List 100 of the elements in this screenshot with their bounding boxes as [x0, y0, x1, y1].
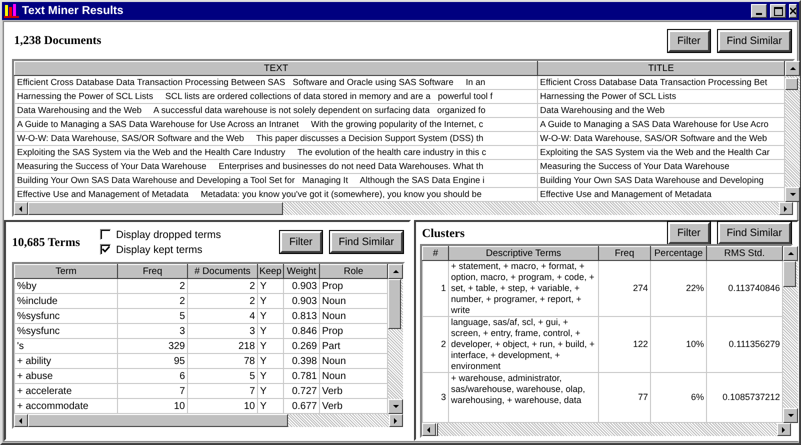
- table-cell: 3: [422, 372, 448, 422]
- up-arrow-icon: [786, 250, 794, 258]
- horizontal-scrollbar[interactable]: [14, 414, 403, 427]
- right-arrow-icon: [392, 416, 400, 424]
- checkbox[interactable]: Display kept terms: [100, 244, 272, 256]
- scroll-thumb[interactable]: [388, 279, 401, 329]
- table-cell: 2: [188, 294, 258, 308]
- left-arrow-icon: [17, 204, 25, 212]
- column-header[interactable]: TEXT: [14, 62, 538, 76]
- scroll-thumb[interactable]: [783, 261, 796, 287]
- column-header[interactable]: Term: [14, 264, 118, 278]
- table-cell: Exploiting the SAS System via the Web and the Health Care Industry The evolution of the health care industry in this c: [14, 146, 538, 160]
- table-cell: language, sas/af, scl, + gui, + screen, + entry, frame, control, + developer, + object, + run, + build, + interface, + development, + environment: [448, 316, 598, 372]
- column-header[interactable]: Descriptive Terms: [448, 246, 598, 260]
- scroll-thumb[interactable]: [28, 202, 283, 215]
- table-cell: %include: [14, 294, 118, 308]
- table-cell: Y: [258, 354, 284, 368]
- filter-button[interactable]: Filter: [668, 222, 710, 244]
- vertical-scrollbar[interactable]: [783, 246, 798, 423]
- table-cell: Verb: [320, 384, 388, 398]
- find-similar-button[interactable]: Find Similar: [718, 222, 791, 244]
- table-cell: 0.727: [284, 384, 320, 398]
- vertical-scrollbar[interactable]: [785, 61, 800, 202]
- checkbox[interactable]: Display dropped terms: [100, 228, 272, 240]
- column-header[interactable]: Freq: [598, 246, 650, 260]
- close-icon: [790, 7, 796, 15]
- horizontal-scrollbar[interactable]: [14, 202, 793, 215]
- table-cell: Harnessing the Power of SCL Lists: [538, 90, 784, 104]
- left-arrow-icon: [425, 426, 433, 434]
- table-cell: Y: [258, 278, 284, 294]
- horizontal-scrollbar[interactable]: [422, 423, 791, 436]
- table-cell: 2: [422, 316, 448, 372]
- right-arrow-icon: [780, 426, 788, 434]
- table-cell: 0.813: [284, 308, 320, 324]
- table-cell: 1: [422, 260, 448, 316]
- scroll-thumb[interactable]: [28, 414, 288, 427]
- find-similar-button[interactable]: Find Similar: [330, 231, 403, 253]
- table-cell: + accelerate: [14, 384, 118, 398]
- column-header[interactable]: Weight: [284, 264, 320, 278]
- table-cell: 6: [118, 368, 188, 384]
- column-header[interactable]: Percentage: [650, 246, 706, 260]
- table-cell: 122: [598, 316, 650, 372]
- table-cell: Y: [258, 384, 284, 398]
- table-cell: Y: [258, 308, 284, 324]
- table-cell: 274: [598, 260, 650, 316]
- column-header[interactable]: TITLE: [538, 62, 784, 76]
- table-cell: Noun: [320, 308, 388, 324]
- column-header[interactable]: #: [422, 246, 448, 260]
- window-title: Text Miner Results: [22, 5, 124, 17]
- table-cell: 5: [118, 308, 188, 324]
- table-cell: Prop: [320, 324, 388, 338]
- table-cell: 's: [14, 338, 118, 354]
- app-icon: [4, 4, 19, 18]
- table-cell: %by: [14, 278, 118, 294]
- column-header[interactable]: RMS Std.: [706, 246, 782, 260]
- column-header[interactable]: Freq: [118, 264, 188, 278]
- column-header[interactable]: Role: [320, 264, 388, 278]
- minimize-button[interactable]: [751, 4, 767, 18]
- column-header[interactable]: # Documents: [188, 264, 258, 278]
- filter-button[interactable]: Filter: [280, 231, 322, 253]
- table-cell: Part: [320, 338, 388, 354]
- table-cell: 0.903: [284, 278, 320, 294]
- checkbox-label: Display dropped terms: [116, 228, 222, 240]
- table-cell: 5: [188, 368, 258, 384]
- table-cell: 2: [188, 278, 258, 294]
- table-cell: W-O-W: Data Warehouse, SAS/OR Software and the Web: [538, 132, 784, 146]
- vertical-scrollbar[interactable]: [388, 264, 403, 414]
- scroll-thumb[interactable]: [436, 423, 438, 436]
- down-arrow-icon: [786, 412, 794, 420]
- down-arrow-icon: [392, 402, 400, 410]
- close-button[interactable]: [789, 4, 797, 18]
- table-cell: 329: [118, 338, 188, 354]
- table-cell: 3: [188, 324, 258, 338]
- terms-count: 10,685 Terms: [12, 234, 82, 250]
- table-cell: Efficient Cross Database Data Transaction Processing Between SAS Software and Oracle using SAS Software In an: [14, 76, 538, 90]
- table-cell: Harnessing the Power of SCL Lists SCL lists are ordered collections of data stored in memory and are a powerful tool f: [14, 90, 538, 104]
- scroll-thumb[interactable]: [785, 78, 798, 90]
- table-cell: 0.781: [284, 368, 320, 384]
- table-cell: 4: [188, 308, 258, 324]
- table-cell: %sysfunc: [14, 308, 118, 324]
- table-cell: Y: [258, 294, 284, 308]
- table-cell: %sysfunc: [14, 324, 118, 338]
- table-cell: 2: [118, 294, 188, 308]
- table-cell: 2: [118, 278, 188, 294]
- table-cell: Data Warehousing and the Web: [538, 104, 784, 118]
- column-header[interactable]: Keep: [258, 264, 284, 278]
- table-cell: Data Warehousing and the Web A successful data warehouse is not solely dependent on surfacing data organized fo: [14, 104, 538, 118]
- table-cell: 95: [118, 354, 188, 368]
- table-cell: Y: [258, 324, 284, 338]
- table-cell: 0.903: [284, 294, 320, 308]
- maximize-icon: [774, 6, 782, 16]
- table-cell: 218: [188, 338, 258, 354]
- find-similar-button[interactable]: Find Similar: [718, 30, 791, 52]
- table-cell: 78: [188, 354, 258, 368]
- left-arrow-icon: [17, 416, 25, 424]
- right-arrow-icon: [782, 204, 790, 212]
- maximize-button[interactable]: [770, 4, 786, 18]
- table-cell: 22%: [650, 260, 706, 316]
- table-cell: Noun: [320, 294, 388, 308]
- filter-button[interactable]: Filter: [668, 30, 710, 52]
